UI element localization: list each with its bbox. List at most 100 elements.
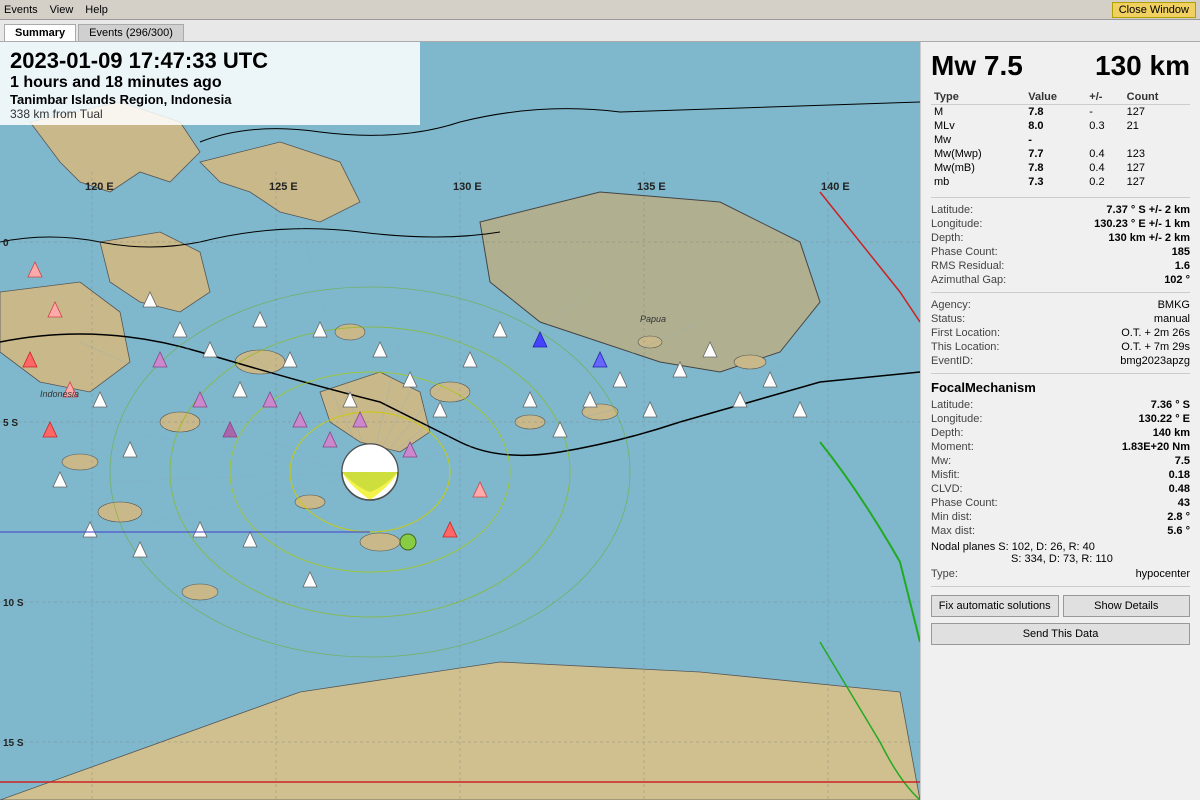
info-label: Longitude:: [931, 413, 1031, 425]
mw-depth-header: Mw 7.5 130 km: [931, 50, 1190, 82]
focal-info-row: Longitude: 130.22 ° E: [931, 413, 1190, 425]
mag-count-cell: 21: [1124, 119, 1190, 133]
info-value: 7.5: [1175, 455, 1190, 467]
info-value: 2.8 °: [1167, 511, 1190, 523]
mag-type-cell: mb: [931, 175, 1025, 189]
info-value: 7.36 ° S: [1151, 399, 1190, 411]
magnitude-row: M7.8-127: [931, 105, 1190, 120]
info-label: First Location:: [931, 327, 1031, 339]
svg-text:15 S: 15 S: [3, 738, 24, 749]
mag-type-cell: Mw(Mwp): [931, 147, 1025, 161]
tab-summary[interactable]: Summary: [4, 24, 76, 41]
agency-info-row: Status: manual: [931, 313, 1190, 325]
menu-help[interactable]: Help: [85, 4, 108, 16]
info-label: Phase Count:: [931, 497, 1031, 509]
mag-pm-cell: -: [1086, 105, 1123, 120]
info-value: 0.18: [1169, 469, 1190, 481]
event-location: Tanimbar Islands Region, Indonesia: [10, 92, 410, 107]
info-value: 185: [1172, 246, 1190, 258]
magnitude-row: MLv8.00.321: [931, 119, 1190, 133]
type-label: Type:: [931, 568, 1031, 580]
info-label: Depth:: [931, 427, 1031, 439]
action-buttons: Fix automatic solutions Show Details: [931, 595, 1190, 617]
mag-value-cell: 8.0: [1025, 119, 1086, 133]
event-datetime: 2023-01-09 17:47:33 UTC: [10, 48, 410, 74]
info-label: This Location:: [931, 341, 1031, 353]
agency-info-row: EventID:bmg2023apzg: [931, 355, 1190, 367]
info-value: 1.83E+20 Nm: [1122, 441, 1190, 453]
info-label: Max dist:: [931, 525, 1031, 537]
info-label: Moment:: [931, 441, 1031, 453]
menu-events[interactable]: Events: [4, 4, 38, 16]
svg-text:135 E: 135 E: [637, 181, 666, 193]
mag-value-cell: 7.7: [1025, 147, 1086, 161]
mag-count-cell: 127: [1124, 105, 1190, 120]
info-value: 0.48: [1169, 483, 1190, 495]
mag-type-cell: M: [931, 105, 1025, 120]
mag-type-cell: Mw(mB): [931, 161, 1025, 175]
mw-value: Mw 7.5: [931, 50, 1023, 82]
type-value: hypocenter: [1136, 568, 1190, 580]
col-value: Value: [1025, 90, 1086, 105]
send-data-button[interactable]: Send This Data: [931, 623, 1190, 645]
info-value: manual: [1154, 313, 1190, 325]
focal-info-row: Mw:7.5: [931, 455, 1190, 467]
info-value: 7.37 ° S +/- 2 km: [1106, 204, 1190, 216]
agency-info-row: This Location: O.T. + 7m 29s: [931, 341, 1190, 353]
agency-info-row: Agency: BMKG: [931, 299, 1190, 311]
divider-3: [931, 373, 1190, 374]
svg-text:5 S: 5 S: [3, 418, 18, 429]
info-value: 140 km: [1153, 427, 1190, 439]
mag-pm-cell: 0.3: [1086, 119, 1123, 133]
info-label: Status:: [931, 313, 1031, 325]
magnitude-row: Mw(Mwp)7.70.4123: [931, 147, 1190, 161]
mag-pm-cell: 0.4: [1086, 161, 1123, 175]
right-panel: Mw 7.5 130 km Type Value +/- Count M7.8-…: [920, 42, 1200, 800]
divider-2: [931, 292, 1190, 293]
nodal-planes-text: Nodal planes S: 102, D: 26, R: 40 S: 334…: [931, 541, 1190, 565]
location-info-row: RMS Residual:1.6: [931, 260, 1190, 272]
mag-type-cell: Mw: [931, 133, 1025, 147]
info-value: O.T. + 7m 29s: [1121, 341, 1190, 353]
info-label: Azimuthal Gap:: [931, 274, 1031, 286]
info-value: 43: [1178, 497, 1190, 509]
tabbar: Summary Events (296/300): [0, 20, 1200, 42]
info-value: 130.22 ° E: [1139, 413, 1191, 425]
magnitude-table: Type Value +/- Count M7.8-127MLv8.00.321…: [931, 90, 1190, 189]
magnitude-row: Mw-: [931, 133, 1190, 147]
svg-text:10 S: 10 S: [3, 598, 24, 609]
info-label: Agency:: [931, 299, 1031, 311]
svg-text:Indonesia: Indonesia: [40, 389, 79, 399]
info-label: Latitude:: [931, 204, 1031, 216]
agency-info: Agency: BMKG Status: manual First Location: O…: [931, 299, 1190, 367]
location-info-row: Depth:130 km +/- 2 km: [931, 232, 1190, 244]
info-value: BMKG: [1158, 299, 1190, 311]
info-label: CLVD:: [931, 483, 1031, 495]
menu-view[interactable]: View: [50, 4, 74, 16]
svg-text:0: 0: [3, 238, 9, 249]
focal-info-row: CLVD: 0.48: [931, 483, 1190, 495]
map-area[interactable]: 2023-01-09 17:47:33 UTC 1 hours and 18 m…: [0, 42, 920, 800]
info-label: Min dist:: [931, 511, 1031, 523]
col-pm: +/-: [1086, 90, 1123, 105]
mag-count-cell: 127: [1124, 175, 1190, 189]
focal-info-row: Phase Count: 43: [931, 497, 1190, 509]
info-label: Phase Count:: [931, 246, 1031, 258]
event-header: 2023-01-09 17:47:33 UTC 1 hours and 18 m…: [0, 42, 420, 125]
info-value: 5.6 °: [1167, 525, 1190, 537]
focal-info-row: Latitude:7.36 ° S: [931, 399, 1190, 411]
location-info-row: Phase Count: 185: [931, 246, 1190, 258]
location-info-row: Longitude:130.23 ° E +/- 1 km: [931, 218, 1190, 230]
type-row: Type: hypocenter: [931, 568, 1190, 580]
fix-automatic-button[interactable]: Fix automatic solutions: [931, 595, 1059, 617]
mag-count-cell: [1124, 133, 1190, 147]
map-svg: 120 E 125 E 130 E 135 E 140 E 0 5 S 10 S…: [0, 42, 920, 800]
mag-pm-cell: 0.4: [1086, 147, 1123, 161]
show-details-button[interactable]: Show Details: [1063, 595, 1191, 617]
focal-mechanism-title: FocalMechanism: [931, 380, 1190, 395]
event-timeago: 1 hours and 18 minutes ago: [10, 74, 410, 92]
mag-value-cell: 7.8: [1025, 105, 1086, 120]
tab-events[interactable]: Events (296/300): [78, 24, 184, 41]
info-label: Depth:: [931, 232, 1031, 244]
close-window-button[interactable]: Close Window: [1112, 2, 1196, 18]
